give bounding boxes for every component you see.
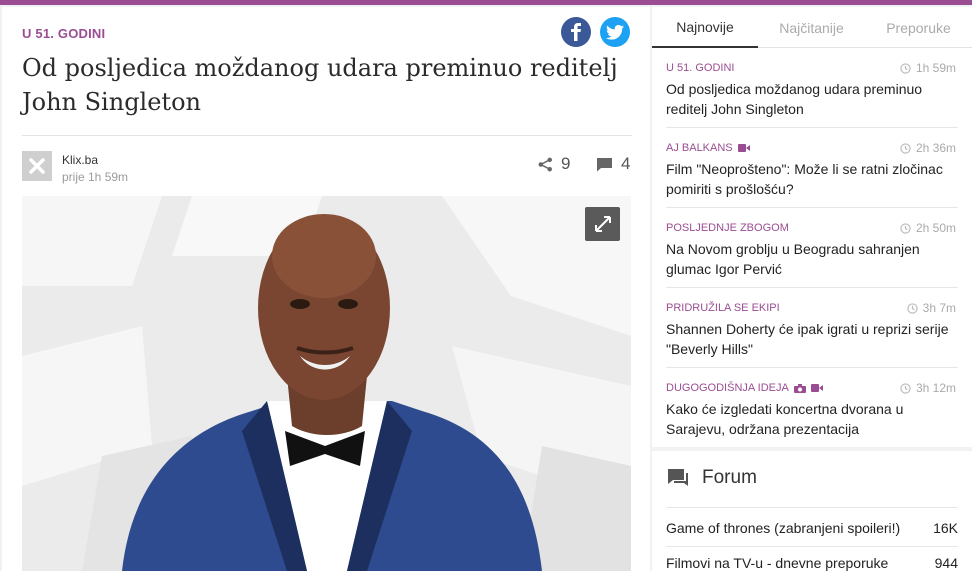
comment-icon (597, 157, 612, 171)
photo-illustration (22, 196, 631, 571)
facebook-icon (571, 23, 581, 41)
forum-chat-icon (668, 469, 688, 486)
news-item-title[interactable]: Shannen Doherty će ipak igrati u reprizi… (666, 319, 956, 359)
news-item[interactable]: U 51. GODINI 1h 59m Od posljedica moždan… (652, 48, 972, 128)
source-time: prije 1h 59m (62, 170, 129, 184)
comment-count-value: 4 (621, 154, 631, 173)
news-item[interactable]: DUGOGODIŠNJA IDEJA 3h 12m Kako će izgled… (652, 368, 972, 448)
share-count-value: 9 (561, 154, 571, 173)
tab-najnovije[interactable]: Najnovije (652, 7, 758, 48)
news-item-time: 1h 59m (900, 61, 956, 75)
clock-icon (900, 222, 911, 234)
headline-divider (22, 135, 632, 136)
news-item[interactable]: POSLJEDNJE ZBOGOM 2h 50m Na Novom groblj… (652, 208, 972, 288)
news-item-category[interactable]: PRIDRUŽILA SE EKIPI (666, 302, 780, 314)
news-item[interactable]: AJ BALKANS 2h 36m Film "Neoprošteno": Mo… (652, 128, 972, 208)
clock-icon (906, 302, 918, 314)
forum-topic[interactable]: Filmovi na TV-u - dnevne preporuke (666, 555, 888, 571)
article-kicker[interactable]: U 51. GODINI (22, 26, 105, 41)
clock-icon (900, 62, 911, 74)
expand-photo-button[interactable] (585, 207, 620, 241)
twitter-share-button[interactable] (600, 17, 630, 47)
camera-icon (793, 383, 806, 393)
news-item-category[interactable]: U 51. GODINI (666, 62, 734, 74)
tab-preporuke[interactable]: Preporuke (865, 7, 972, 48)
article-headline: Od posljedica moždanog udara preminuo re… (22, 54, 618, 116)
sidebar-tabs: Najnovije Najčitanije Preporuke (652, 7, 972, 48)
forum-row[interactable]: Game of thrones (zabranjeni spoileri!) 1… (666, 520, 958, 536)
forum-title: Forum (702, 467, 757, 488)
news-item-time: 3h 7m (906, 301, 956, 315)
forum-divider (666, 507, 958, 508)
news-item-category[interactable]: DUGOGODIŠNJA IDEJA (666, 382, 823, 394)
forum-count: 944 (934, 555, 958, 571)
tab-najcitanije[interactable]: Najčitanije (758, 7, 865, 48)
forum-divider (666, 546, 958, 547)
video-icon (737, 144, 750, 152)
article-photo[interactable] (22, 196, 631, 571)
news-item-category[interactable]: POSLJEDNJE ZBOGOM (666, 222, 789, 234)
news-item-category[interactable]: AJ BALKANS (666, 142, 750, 154)
forum-topic[interactable]: Game of thrones (zabranjeni spoileri!) (666, 520, 900, 536)
forum-widget: Forum Game of thrones (zabranjeni spoile… (652, 451, 972, 571)
news-item-time: 2h 50m (900, 221, 956, 235)
twitter-icon (606, 24, 624, 40)
klix-logo-icon (29, 158, 45, 174)
expand-icon (594, 216, 611, 232)
news-item-time: 3h 12m (900, 381, 956, 395)
news-item-title[interactable]: Film "Neoprošteno": Može li se ratni zlo… (666, 159, 956, 199)
latest-news-sidebar: Najnovije Najčitanije Preporuke U 51. GO… (652, 7, 972, 447)
share-icon (538, 157, 552, 171)
news-item-title[interactable]: Na Novom groblju u Beogradu sahranjen gl… (666, 239, 956, 279)
clock-icon (900, 142, 911, 154)
news-item-title[interactable]: Od posljedica moždanog udara preminuo re… (666, 79, 956, 119)
news-item-time: 2h 36m (900, 141, 956, 155)
forum-count: 16K (933, 520, 958, 536)
top-accent-bar (0, 0, 972, 5)
news-item-title[interactable]: Kako će izgledati koncertna dvorana u Sa… (666, 399, 956, 439)
clock-icon (900, 382, 911, 394)
facebook-share-button[interactable] (561, 17, 591, 47)
forum-header[interactable]: Forum (666, 467, 757, 489)
video-icon (810, 384, 823, 392)
news-item[interactable]: PRIDRUŽILA SE EKIPI 3h 7m Shannen Dohert… (652, 288, 972, 368)
source-logo[interactable] (22, 151, 52, 181)
comment-count[interactable]: 4 (596, 154, 630, 174)
share-count[interactable]: 9 (538, 154, 570, 174)
article-panel: U 51. GODINI Od posljedica moždanog udar… (2, 7, 650, 571)
source-name[interactable]: Klix.ba (62, 153, 98, 167)
forum-row[interactable]: Filmovi na TV-u - dnevne preporuke 944 (666, 555, 958, 571)
